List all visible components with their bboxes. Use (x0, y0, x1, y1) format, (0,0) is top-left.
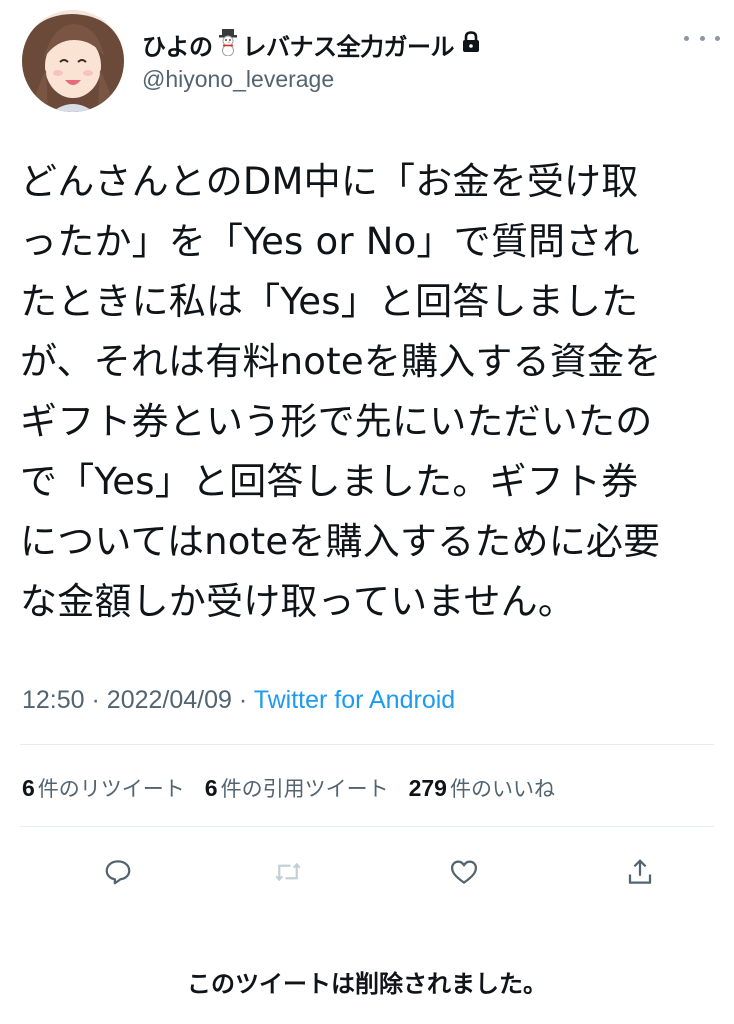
tweet-body: どんさんとのDM中に「お金を受け取 ったか」を「Yes or No」で質問され … (20, 160, 662, 623)
quotes-stat[interactable]: 6 件の引用ツイート (205, 773, 389, 803)
deleted-tweet-notice: このツイートは削除されました。 (187, 970, 547, 998)
retweets-label: 件のリツイート (37, 777, 185, 801)
likes-label: 件のいいね (449, 777, 555, 801)
quotes-label: 件の引用ツイート (220, 777, 389, 801)
share-button[interactable] (614, 846, 666, 898)
retweet-button[interactable] (262, 846, 314, 898)
lock-icon (461, 31, 481, 57)
retweets-stat[interactable]: 6 件のリツイート (22, 773, 185, 803)
like-icon (451, 860, 477, 884)
display-name-part2: レバナス全力ガール (242, 32, 455, 61)
meta-separator: · (91, 686, 100, 714)
likes-stat[interactable]: 279 件のいいね (409, 773, 555, 803)
avatar-illustration (22, 10, 124, 112)
quotes-count: 6 (204, 775, 218, 801)
retweets-count: 6 (22, 775, 35, 801)
retweet-icon (275, 862, 301, 882)
divider (20, 826, 714, 827)
likes-count: 279 (408, 775, 447, 801)
tweet-date[interactable]: 2022/04/09 (107, 686, 232, 714)
tweet-time[interactable]: 12:50 (22, 686, 85, 714)
display-name-part1: ひよの (142, 32, 213, 61)
tweet-header: ひよの レバナス全力ガール @hiyono_leverage (20, 8, 720, 112)
reply-button[interactable] (92, 846, 144, 898)
user-handle[interactable]: @hiyono_leverage (142, 66, 334, 93)
divider (20, 744, 714, 745)
snowman-icon (216, 28, 240, 60)
tweet-stats: 6 件のリツイート 6 件の引用ツイート 279 件のいいね (22, 770, 555, 806)
reply-icon (105, 860, 131, 885)
display-name-row[interactable]: ひよの レバナス全力ガール (142, 28, 481, 61)
like-button[interactable] (438, 846, 490, 898)
tweet-actions (0, 846, 734, 898)
more-options-icon[interactable] (684, 28, 720, 48)
tweet-meta: 12:50 · 2022/04/09 · Twitter for Android (22, 686, 455, 715)
tweet-source-link[interactable]: Twitter for Android (254, 686, 455, 714)
avatar[interactable] (22, 10, 124, 112)
meta-separator: · (238, 686, 248, 714)
share-icon (628, 859, 652, 884)
